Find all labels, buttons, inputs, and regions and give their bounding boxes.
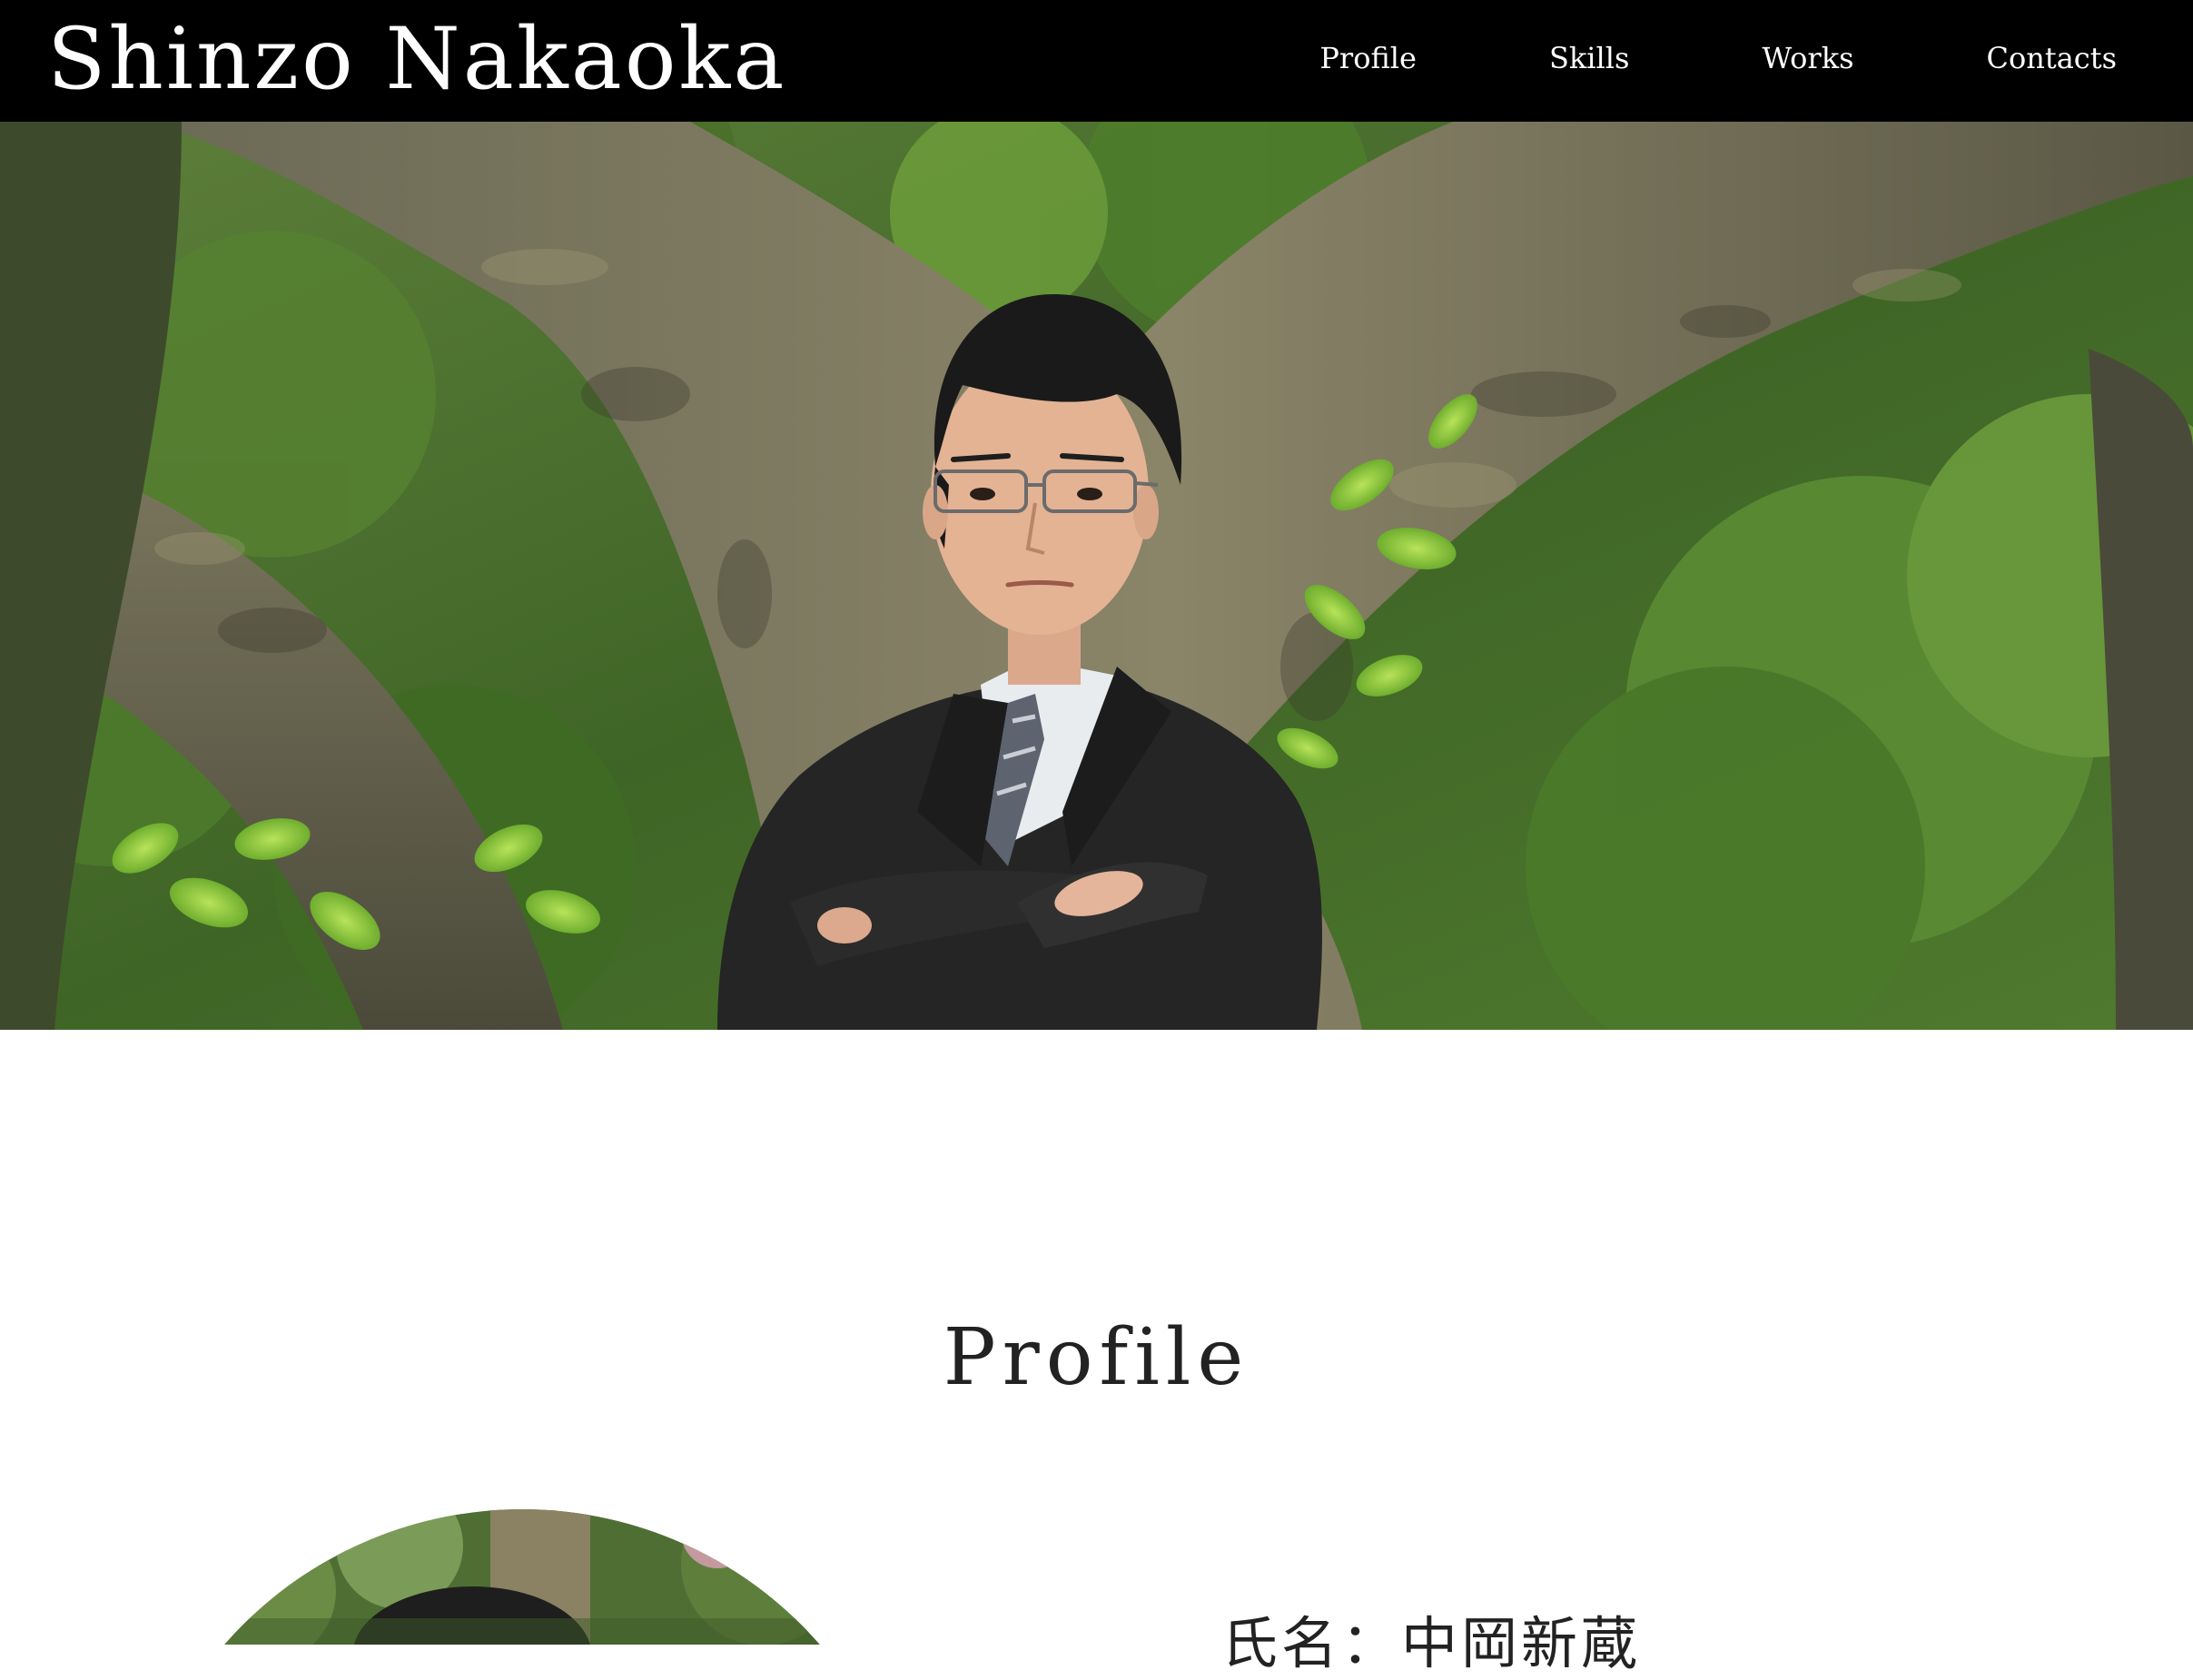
- profile-name: 氏名：中岡新蔵: [1221, 1610, 1642, 1676]
- nav-link-profile[interactable]: Profile: [1319, 41, 1417, 81]
- nav-link-skills[interactable]: Skills: [1549, 41, 1629, 81]
- main-nav: Profile Skills Works Contacts: [1319, 0, 2117, 122]
- hero-image: [0, 122, 2193, 1030]
- nav-link-works[interactable]: Works: [1762, 41, 1853, 81]
- hero-photo: [0, 122, 2193, 1030]
- profile-avatar: [127, 1509, 917, 1645]
- site-header: Shinzo Nakaoka Profile Skills Works Cont…: [0, 0, 2193, 122]
- avatar-photo: [127, 1509, 917, 1645]
- site-title[interactable]: Shinzo Nakaoka: [47, 7, 786, 113]
- profile-heading: Profile: [943, 1312, 1250, 1403]
- nav-link-contacts[interactable]: Contacts: [1987, 41, 2118, 81]
